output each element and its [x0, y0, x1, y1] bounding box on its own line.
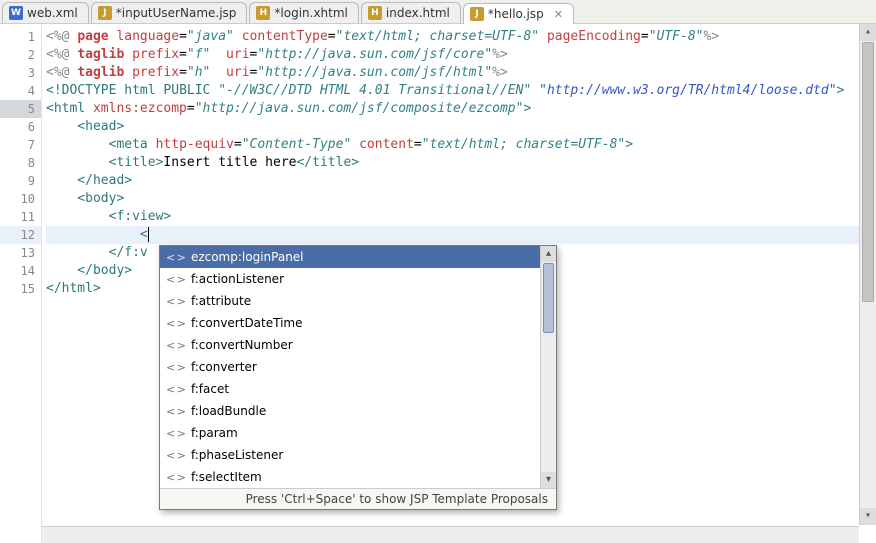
tag-icon: < > [166, 405, 185, 418]
tab-web-xml[interactable]: Wweb.xml [2, 2, 89, 23]
completion-item[interactable]: < > f:facet [160, 378, 556, 400]
line-number: 5 [0, 100, 41, 118]
completion-item[interactable]: < > f:attribute [160, 290, 556, 312]
tag-icon: < > [166, 295, 185, 308]
tab-index-html[interactable]: Hindex.html [361, 2, 461, 23]
completion-label: f:convertDateTime [191, 316, 303, 330]
tab--inputusername-jsp[interactable]: J *inputUserName.jsp [91, 2, 248, 23]
completion-item[interactable]: < > f:actionListener [160, 268, 556, 290]
line-number: 14 [0, 262, 41, 280]
completion-item[interactable]: < > f:selectItem [160, 466, 556, 488]
completion-item[interactable]: < > f:phaseListener [160, 444, 556, 466]
tab-label: index.html [386, 6, 450, 20]
tag-icon: < > [166, 427, 185, 440]
tag-icon: < > [166, 251, 185, 264]
line-number: 11 [0, 208, 41, 226]
completion-item[interactable]: < > f:converter [160, 356, 556, 378]
popup-scroll-up[interactable]: ▴ [541, 246, 556, 262]
line-number: 13 [0, 244, 41, 262]
tag-icon: < > [166, 339, 185, 352]
completion-label: f:phaseListener [191, 448, 283, 462]
completion-label: f:param [191, 426, 238, 440]
tag-icon: < > [166, 449, 185, 462]
line-number: 6 [0, 118, 41, 136]
file-icon: W [9, 6, 23, 20]
completion-item[interactable]: < > f:param [160, 422, 556, 444]
tag-icon: < > [166, 383, 185, 396]
tag-icon: < > [166, 361, 185, 374]
line-number: 10 [0, 190, 41, 208]
completion-label: f:selectItem [191, 470, 262, 484]
completion-label: f:facet [191, 382, 229, 396]
completion-label: ezcomp:loginPanel [191, 250, 304, 264]
content-assist-popup: < >ezcomp:loginPanel< >f:actionListener<… [159, 245, 557, 510]
line-number: 15 [0, 280, 41, 298]
line-number: 8 [0, 154, 41, 172]
completion-item[interactable]: < > f:convertDateTime [160, 312, 556, 334]
line-number: 2 [0, 46, 41, 64]
completion-item[interactable]: < > ezcomp:loginPanel [160, 246, 556, 268]
tag-icon: < > [166, 317, 185, 330]
vertical-scrollbar[interactable]: ▴ ▾ [859, 24, 876, 525]
popup-scrollbar[interactable]: ▴ ▾ [540, 246, 556, 488]
line-number-gutter: 123456789101112131415 [0, 24, 42, 543]
line-number: 9 [0, 172, 41, 190]
tab-label: *hello.jsp [488, 7, 544, 21]
vertical-scroll-thumb[interactable] [862, 42, 874, 302]
tab-label: *login.xhtml [274, 6, 347, 20]
completion-label: f:actionListener [191, 272, 284, 286]
completion-label: f:loadBundle [191, 404, 266, 418]
scroll-up-arrow[interactable]: ▴ [860, 24, 876, 41]
line-number: 7 [0, 136, 41, 154]
line-number: 3 [0, 64, 41, 82]
horizontal-scrollbar[interactable] [42, 526, 859, 543]
popup-scroll-down[interactable]: ▾ [541, 472, 556, 488]
tag-icon: < > [166, 471, 185, 484]
text-caret [148, 227, 149, 242]
tab-label: *inputUserName.jsp [116, 6, 237, 20]
content-assist-list: < >ezcomp:loginPanel< >f:actionListener<… [160, 246, 556, 488]
tab--login-xhtml[interactable]: H *login.xhtml [249, 2, 358, 23]
completion-label: f:convertNumber [191, 338, 293, 352]
tab--hello-jsp[interactable]: J *hello.jsp ✕ [463, 3, 574, 24]
tag-icon: < > [166, 273, 185, 286]
file-icon: H [256, 6, 270, 20]
line-number: 1 [0, 28, 41, 46]
file-icon: J [470, 7, 484, 21]
completion-label: f:converter [191, 360, 257, 374]
line-number: 4 [0, 82, 41, 100]
completion-label: f:attribute [191, 294, 251, 308]
content-assist-hint: Press 'Ctrl+Space' to show JSP Template … [160, 488, 556, 509]
completion-item[interactable]: < > f:convertNumber [160, 334, 556, 356]
completion-item[interactable]: < > f:loadBundle [160, 400, 556, 422]
file-icon: H [368, 6, 382, 20]
tab-label: web.xml [27, 6, 78, 20]
popup-scroll-thumb[interactable] [543, 263, 554, 333]
line-number: 12 [0, 226, 41, 244]
scroll-down-arrow[interactable]: ▾ [860, 508, 876, 525]
close-icon[interactable]: ✕ [554, 8, 563, 21]
file-icon: J [98, 6, 112, 20]
editor-tabbar: Wweb.xml J *inputUserName.jsp H *login.xhtml… [0, 0, 876, 24]
